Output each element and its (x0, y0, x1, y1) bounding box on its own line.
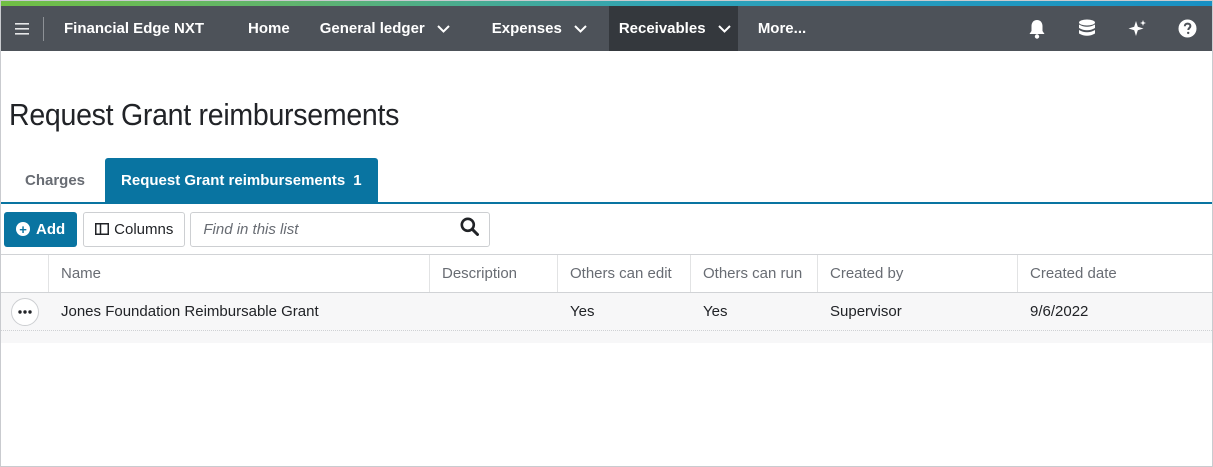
nav-right-icons (1012, 6, 1212, 51)
cell-created-date[interactable]: 9/6/2022 (1018, 293, 1212, 330)
column-header-created-by[interactable]: Created by (818, 255, 1018, 292)
cell-others-can-edit[interactable]: Yes (558, 293, 691, 330)
chevron-down-icon (437, 24, 450, 33)
columns-button[interactable]: Columns (83, 211, 186, 247)
grid-footer-spacer (1, 331, 1212, 343)
table-row[interactable]: Jones Foundation Reimbursable Grant Yes … (1, 293, 1212, 331)
top-nav-bar: Financial Edge NXT Home General ledger E… (1, 6, 1212, 51)
nav-item-label: Home (248, 20, 290, 37)
add-button[interactable]: + Add (4, 211, 78, 247)
bell-icon[interactable] (1012, 6, 1062, 51)
database-icon[interactable] (1062, 6, 1112, 51)
nav-item-label: General ledger (319, 20, 425, 37)
app-window: Financial Edge NXT Home General ledger E… (0, 0, 1213, 467)
cell-name[interactable]: Jones Foundation Reimbursable Grant (49, 293, 430, 330)
column-header-name[interactable]: Name (49, 255, 430, 292)
add-button-label: Add (36, 220, 66, 238)
column-header-others-can-run[interactable]: Others can run (691, 255, 818, 292)
tab-label: Charges (25, 171, 86, 189)
app-title[interactable]: Financial Edge NXT (64, 20, 204, 37)
help-icon[interactable] (1162, 6, 1212, 51)
columns-button-label: Columns (114, 220, 174, 238)
cell-others-can-run[interactable]: Yes (691, 293, 818, 330)
tab-label: Request Grant reimbursements (121, 171, 346, 189)
nav-item-general-ledger[interactable]: General ledger (310, 6, 460, 51)
data-grid: Name Description Others can edit Others … (1, 254, 1212, 343)
row-context-cell (1, 293, 49, 330)
row-context-menu-button[interactable] (11, 297, 39, 326)
cell-description[interactable] (430, 293, 558, 330)
nav-item-label: Receivables (618, 20, 706, 37)
column-header-context (1, 255, 49, 292)
search-icon[interactable] (460, 217, 480, 241)
search-input[interactable] (203, 220, 444, 238)
nav-item-expenses[interactable]: Expenses (482, 6, 597, 51)
nav-divider (43, 16, 44, 41)
grid-header-row: Name Description Others can edit Others … (1, 254, 1212, 293)
nav-item-receivables[interactable]: Receivables (608, 6, 738, 51)
chevron-down-icon (574, 24, 587, 33)
column-header-created-date[interactable]: Created date (1018, 255, 1212, 292)
nav-item-label: Expenses (491, 20, 562, 37)
tab-count-badge: 1 (353, 171, 362, 189)
tab-request-grant-reimbursements[interactable]: Request Grant reimbursements 1 (105, 158, 378, 202)
nav-item-label: More... (757, 20, 807, 37)
nav-item-home[interactable]: Home (238, 6, 300, 51)
list-toolbar: + Add Columns (4, 211, 491, 247)
column-header-others-can-edit[interactable]: Others can edit (558, 255, 691, 292)
sparkle-icon[interactable] (1112, 6, 1162, 51)
cell-created-by[interactable]: Supervisor (818, 293, 1018, 330)
menu-icon[interactable] (1, 6, 43, 51)
nav-item-more[interactable]: More... (748, 6, 816, 51)
search-box (190, 211, 491, 247)
tab-charges[interactable]: Charges (9, 158, 101, 202)
plus-circle-icon: + (16, 222, 30, 236)
page-title: Request Grant reimbursements (9, 97, 400, 132)
chevron-down-icon (717, 24, 731, 33)
tab-strip: Charges Request Grant reimbursements 1 (1, 158, 1212, 204)
column-header-description[interactable]: Description (430, 255, 558, 292)
columns-icon (95, 223, 110, 235)
ellipsis-icon (18, 309, 32, 314)
